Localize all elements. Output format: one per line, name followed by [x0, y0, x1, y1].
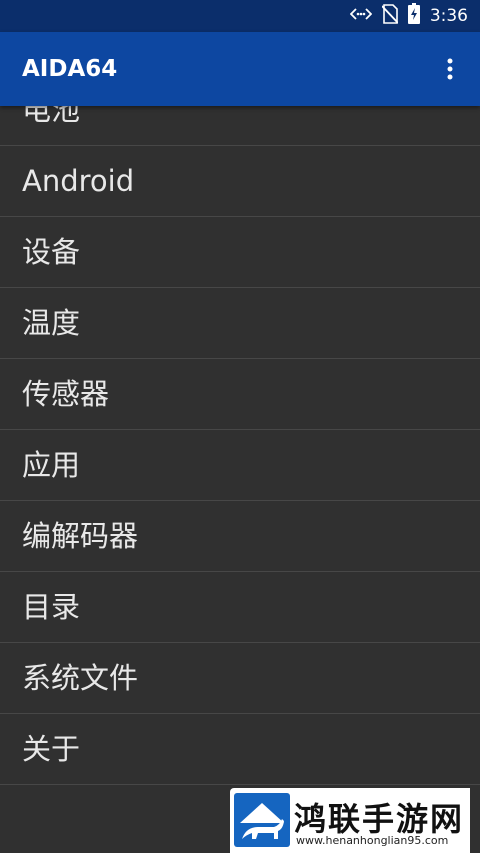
overflow-menu-icon	[447, 58, 453, 80]
menu-item-about[interactable]: 关于	[0, 714, 480, 785]
menu-item-sensors[interactable]: 传感器	[0, 359, 480, 430]
menu-item-directories[interactable]: 目录	[0, 572, 480, 643]
watermark-url: www.henanhonglian95.com	[296, 834, 449, 847]
status-bar: 3:36	[0, 0, 480, 32]
battery-charging-icon	[407, 3, 420, 29]
bull-logo-icon	[234, 793, 290, 847]
menu-item-apps[interactable]: 应用	[0, 430, 480, 501]
status-time: 3:36	[429, 6, 468, 26]
app-bar: AIDA64	[0, 32, 480, 106]
menu-item-device[interactable]: 设备	[0, 217, 480, 288]
no-sim-icon	[381, 3, 399, 29]
menu-item-system-files[interactable]: 系统文件	[0, 643, 480, 714]
data-transfer-icon	[349, 6, 373, 26]
menu-item-thermal[interactable]: 温度	[0, 288, 480, 359]
status-icons: 3:36	[349, 0, 468, 32]
app-title: AIDA64	[22, 56, 118, 82]
menu-item-codecs[interactable]: 编解码器	[0, 501, 480, 572]
watermark: 鸿联手游网 www.henanhonglian95.com	[230, 788, 470, 853]
overflow-menu-button[interactable]	[432, 51, 468, 87]
screen: 3:36 AIDA64 电池 Android 设备 温度 传感器 应用 编解码器…	[0, 0, 480, 853]
main-menu-list: 电池 Android 设备 温度 传感器 应用 编解码器 目录 系统文件 关于	[0, 75, 480, 785]
menu-item-android[interactable]: Android	[0, 146, 480, 217]
